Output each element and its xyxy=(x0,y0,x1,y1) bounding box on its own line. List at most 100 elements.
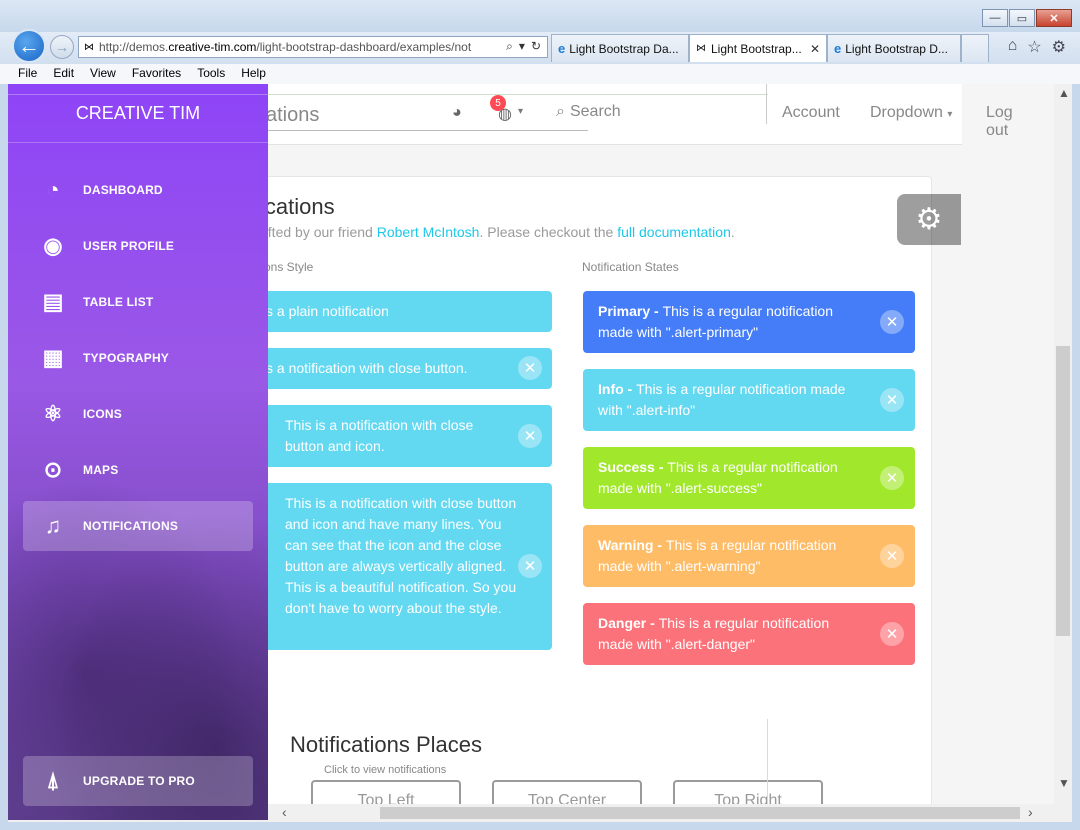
page-viewport: ations ◕ ◍ 5 ▾ ⌕ Search Account Dropdown… xyxy=(8,84,1054,820)
menu-view[interactable]: View xyxy=(82,64,124,84)
news-icon: ▦ xyxy=(42,345,64,370)
browser-tab-1[interactable]: e Light Bootstrap Da... xyxy=(551,34,689,62)
dropdown-arrow-icon[interactable]: ▾ xyxy=(519,39,525,54)
browser-tab-2[interactable]: ⋈ Light Bootstrap... ✕ xyxy=(689,34,827,62)
sidebar-item-icons[interactable]: ⚛ ICONS xyxy=(23,389,253,439)
search-icon[interactable]: ⌕ xyxy=(506,39,513,54)
close-icon[interactable]: ✕ xyxy=(880,622,904,646)
primary-notification: Primary - This is a regular notification… xyxy=(583,291,915,353)
forward-button[interactable]: → xyxy=(50,35,74,59)
horizontal-scrollbar[interactable]: ‹ › xyxy=(268,804,1054,822)
back-arrow-icon: ← xyxy=(18,33,40,58)
vertical-scroll-thumb[interactable] xyxy=(1056,346,1070,636)
sidebar-item-notifications[interactable]: ♫ NOTIFICATIONS xyxy=(23,501,253,551)
horizontal-scroll-thumb[interactable] xyxy=(380,807,1020,819)
user-circle-icon: ◉ xyxy=(43,233,63,258)
close-icon[interactable]: ✕ xyxy=(880,388,904,412)
alert-text: Primary - This is a regular notification… xyxy=(598,301,858,343)
address-bar[interactable]: ⋈ http://demos. creative-tim.com/light-bo… xyxy=(78,36,548,58)
notifications-places-title: Notifications Places xyxy=(290,732,482,757)
new-tab-button[interactable] xyxy=(961,34,989,62)
gear-icon: ⚙ xyxy=(915,203,943,236)
minimize-button[interactable]: — xyxy=(982,9,1008,27)
navbar-brand[interactable]: ations xyxy=(266,104,319,127)
palette-icon[interactable]: ◕ xyxy=(452,104,462,122)
sidebar-item-maps[interactable]: ⊙ MAPS xyxy=(23,445,253,495)
address-path: /light-bootstrap-dashboard/examples/not xyxy=(256,40,472,54)
sidebar-logo[interactable]: CREATIVE TIM xyxy=(8,84,268,143)
sidebar-item-label: NOTIFICATIONS xyxy=(83,519,179,533)
address-prefix: http://demos. xyxy=(99,40,169,54)
close-button-notification: s a notification with close button. ✕ xyxy=(248,348,552,389)
alert-strong: Warning - xyxy=(598,537,666,553)
star-icon[interactable]: ☆ xyxy=(1027,37,1041,57)
menu-help[interactable]: Help xyxy=(233,64,274,84)
alert-text: This is a notification with close button… xyxy=(285,495,517,616)
close-icon[interactable]: ✕ xyxy=(880,310,904,334)
browser-tab-3[interactable]: e Light Bootstrap D... xyxy=(827,34,961,62)
scroll-up-icon[interactable]: ▲ xyxy=(1058,86,1070,100)
logout-link[interactable]: Log out xyxy=(986,104,1013,140)
dropdown-link[interactable]: Dropdown ▾ xyxy=(870,104,952,122)
sidebar-item-user-profile[interactable]: ◉ USER PROFILE xyxy=(23,221,253,271)
atom-icon: ⚛ xyxy=(43,401,63,426)
alert-strong: Primary - xyxy=(598,303,663,319)
site-favicon-icon: ⋈ xyxy=(696,43,706,54)
notification-badge: 5 xyxy=(490,95,506,111)
scroll-down-icon[interactable]: ▼ xyxy=(1058,776,1070,790)
browser-navbar: ← → ⋈ http://demos. creative-tim.com/ligh… xyxy=(0,29,1080,64)
close-window-button[interactable]: ✕ xyxy=(1036,9,1072,27)
alert-strong: Success - xyxy=(598,459,668,475)
success-notification: Success - This is a regular notification… xyxy=(583,447,915,509)
settings-toggle[interactable]: ⚙ xyxy=(897,194,961,245)
sidebar-item-table-list[interactable]: ▤ TABLE LIST xyxy=(23,277,253,327)
window-titlebar: — ▭ ✕ xyxy=(0,0,1080,32)
subtitle-text: . Please checkout the xyxy=(479,224,618,240)
refresh-icon[interactable]: ↻ xyxy=(531,39,541,54)
address-tools: ⌕ ▾ ↻ xyxy=(506,39,541,54)
window-frame-bottom xyxy=(0,822,1080,830)
menu-edit[interactable]: Edit xyxy=(45,64,82,84)
upgrade-to-pro-button[interactable]: ⍋ UPGRADE TO PRO xyxy=(23,756,253,806)
close-icon[interactable]: ✕ xyxy=(518,424,542,448)
scroll-right-icon[interactable]: › xyxy=(1028,804,1033,820)
alert-text: s a plain notification xyxy=(266,303,389,319)
account-link[interactable]: Account xyxy=(782,104,840,122)
pie-chart-icon: ◔ xyxy=(46,177,60,202)
alert-strong: Danger - xyxy=(598,615,659,631)
chevron-down-icon[interactable]: ▾ xyxy=(518,106,523,117)
sidebar-item-typography[interactable]: ▦ TYPOGRAPHY xyxy=(23,333,253,383)
alert-text: s a notification with close button. xyxy=(266,360,468,376)
plain-notification: s a plain notification xyxy=(248,291,552,332)
close-icon[interactable]: ✕ xyxy=(880,466,904,490)
close-tab-icon[interactable]: ✕ xyxy=(802,42,820,56)
close-icon[interactable]: ✕ xyxy=(518,356,542,380)
search-icon: ⌕ xyxy=(556,103,565,120)
browser-right-icons: ⌂ ☆ ⚙ xyxy=(1008,37,1066,57)
gear-icon[interactable]: ⚙ xyxy=(1052,37,1066,57)
sidebar-item-label: DASHBOARD xyxy=(83,183,163,197)
robert-mcintosh-link[interactable]: Robert McIntosh xyxy=(377,224,480,240)
alert-strong: Info - xyxy=(598,381,637,397)
sidebar-item-dashboard[interactable]: ◔ DASHBOARD xyxy=(23,165,253,215)
restore-button[interactable]: ▭ xyxy=(1009,9,1035,27)
chevron-down-icon: ▾ xyxy=(947,109,953,120)
menu-tools[interactable]: Tools xyxy=(189,64,233,84)
search-link[interactable]: ⌕ Search xyxy=(556,103,621,121)
home-icon[interactable]: ⌂ xyxy=(1008,37,1018,57)
clipboard-icon: ▤ xyxy=(42,289,64,314)
card-title: ications xyxy=(260,194,335,219)
close-icon[interactable]: ✕ xyxy=(518,554,542,578)
close-icon[interactable]: ✕ xyxy=(880,544,904,568)
rocket-icon: ⍋ xyxy=(46,768,60,793)
menu-favorites[interactable]: Favorites xyxy=(124,64,189,84)
scroll-left-icon[interactable]: ‹ xyxy=(282,804,287,820)
sidebar: CREATIVE TIM ◔ DASHBOARD ◉ USER PROFILE … xyxy=(8,84,268,820)
menu-bar: File Edit View Favorites Tools Help xyxy=(0,64,1080,85)
menu-file[interactable]: File xyxy=(0,64,45,84)
multiline-notification: This is a notification with close button… xyxy=(248,483,552,650)
back-button[interactable]: ← xyxy=(12,29,46,63)
full-documentation-link[interactable]: full documentation xyxy=(617,224,731,240)
ie-tab-icon: e xyxy=(558,41,566,56)
vertical-scrollbar[interactable]: ▲ ▼ xyxy=(1054,84,1072,804)
